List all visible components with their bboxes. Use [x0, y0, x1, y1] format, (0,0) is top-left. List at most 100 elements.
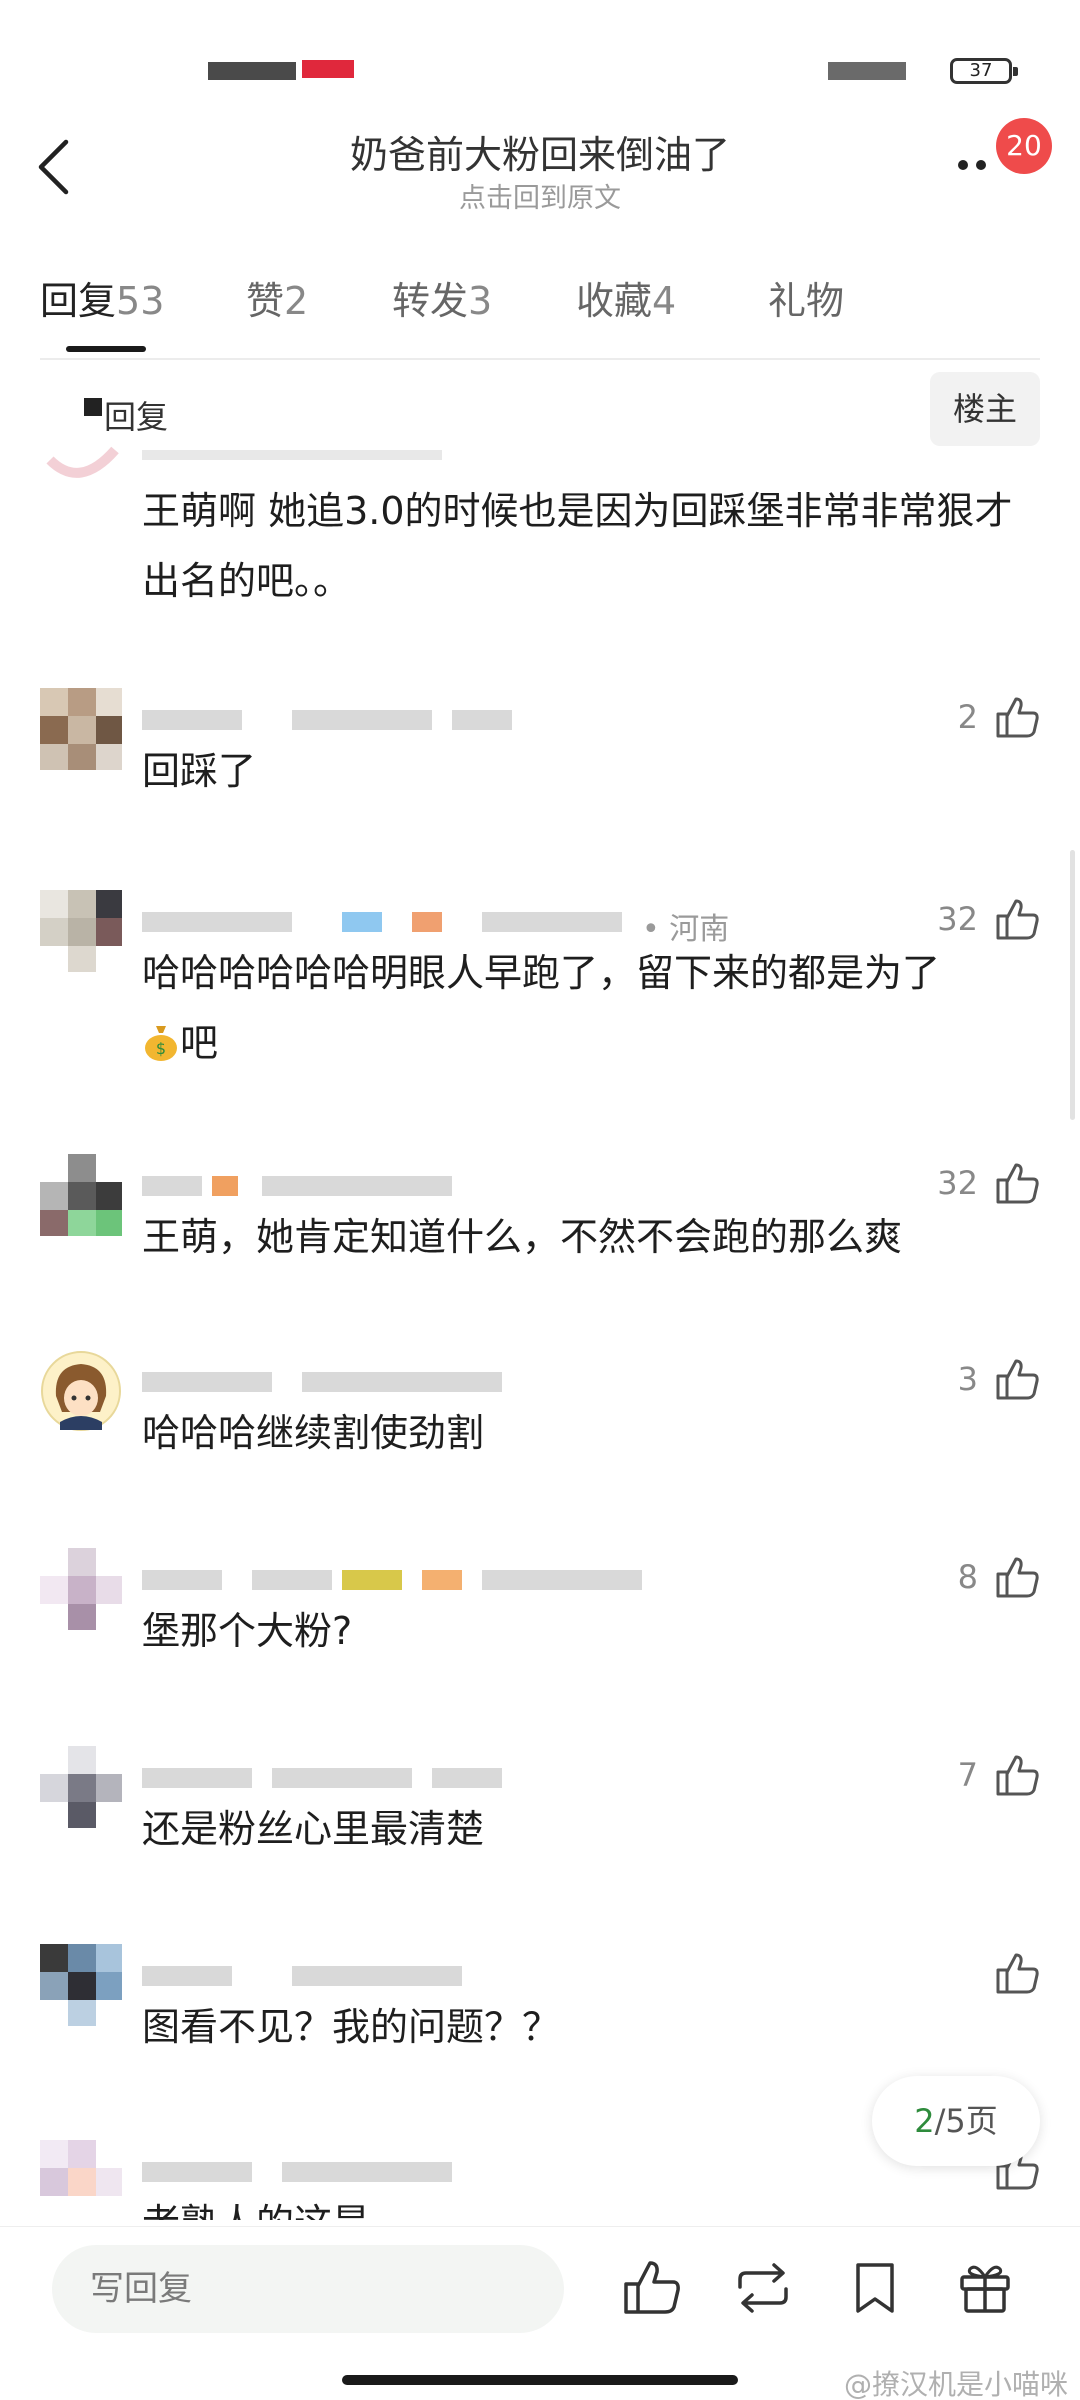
avatar-pixel: [40, 1210, 68, 1236]
thumbs-up-icon[interactable]: [994, 1950, 1040, 1996]
avatar-pixel: [96, 2168, 122, 2196]
comment-text: 堡那个大粉?: [142, 1609, 353, 1653]
badge-blurred: [342, 912, 382, 932]
avatar-pixel: [68, 1802, 96, 1828]
badge-blurred: [342, 1570, 402, 1590]
username-blurred: [142, 450, 442, 460]
comment-meta: • 河南: [142, 904, 782, 947]
tab-likes[interactable]: 赞2: [246, 270, 308, 325]
battery-level: 37: [969, 60, 993, 81]
tab-label: 收藏: [576, 279, 653, 323]
avatar-pixel: [40, 890, 68, 918]
page-title[interactable]: 奶爸前大粉回来倒油了: [0, 124, 1080, 179]
like-count: 8: [957, 1558, 978, 1596]
notification-badge[interactable]: 20: [996, 118, 1052, 174]
avatar-pixel: [40, 1774, 68, 1802]
owner-only-button[interactable]: 楼主: [930, 372, 1040, 446]
tab-gifts[interactable]: 礼物: [768, 270, 844, 325]
comment-text: 回踩了: [142, 749, 257, 793]
avatar-pixel: [96, 688, 122, 716]
avatar[interactable]: [40, 890, 122, 972]
bookmark-icon[interactable]: [844, 2257, 906, 2319]
time-blurred: [282, 2162, 452, 2182]
floor-bar: 回复 楼主: [40, 372, 1040, 450]
avatar-pixel: [96, 1576, 122, 1604]
comment-meta: [142, 1364, 782, 1394]
username-blurred: [142, 2162, 252, 2182]
avatar[interactable]: [40, 1944, 122, 2026]
pagination-button[interactable]: 2/5页: [872, 2076, 1040, 2166]
comment-meta: [142, 1760, 782, 1790]
reply-input[interactable]: 写回复: [52, 2245, 564, 2333]
comment-item[interactable]: 王萌啊 她追3.0的时候也是因为回踩堡非常非常狠才出名的吧。。: [0, 440, 1080, 630]
watermark: @撩汉机是小喵咪: [843, 2368, 1068, 2400]
tab-reposts[interactable]: 转发3: [392, 270, 492, 325]
tab-replies[interactable]: 回复53: [40, 270, 164, 325]
avatar-pixel: [68, 2168, 96, 2196]
avatar[interactable]: [40, 1154, 122, 1236]
like-count: 32: [937, 1164, 978, 1202]
scrollbar[interactable]: [1070, 850, 1075, 1120]
more-button[interactable]: [958, 154, 998, 174]
avatar-pixel: [68, 744, 96, 770]
tab-label: 礼物: [768, 279, 845, 323]
thumbs-up-icon[interactable]: [994, 896, 1040, 942]
avatar[interactable]: [40, 1746, 122, 1828]
avatar-pixel: [40, 716, 68, 744]
avatar-pixel: [68, 1576, 96, 1604]
comment-item[interactable]: 7 还是粉丝心里最清楚: [0, 1746, 1080, 1886]
time-blurred: [482, 1570, 642, 1590]
comment-text: 哈哈哈哈哈哈明眼人早跑了，留下来的都是为了 $ 吧: [142, 938, 1042, 1078]
thumbs-up-icon[interactable]: [994, 1752, 1040, 1798]
avatar[interactable]: [40, 1548, 122, 1630]
comment-meta: [142, 1168, 782, 1198]
tab-label: 转发: [392, 279, 469, 323]
thumbs-up-icon[interactable]: [994, 1356, 1040, 1402]
tab-count: 4: [652, 279, 677, 323]
avatar-pixel: [40, 1182, 68, 1210]
comment-item[interactable]: 8 堡那个大粉?: [0, 1548, 1080, 1688]
avatar-pixel: [96, 1182, 122, 1210]
bottom-action-bar: 写回复 @撩汉机是小喵咪: [0, 2226, 1080, 2400]
avatar-pixel: [68, 716, 96, 744]
tab-favorites[interactable]: 收藏4: [576, 270, 676, 325]
avatar-pixel: [96, 918, 122, 946]
comment-text: 老熟人的这是: [142, 2188, 1042, 2220]
username-blurred: [142, 912, 292, 932]
reply-sort-label[interactable]: 回复: [104, 392, 168, 438]
thumbs-up-icon[interactable]: [994, 1554, 1040, 1600]
gift-icon[interactable]: [954, 2257, 1016, 2319]
comment-item[interactable]: 图看不见？我的问题？？: [0, 1944, 1080, 2084]
avatar-pixel: [68, 1182, 96, 1210]
home-indicator[interactable]: [342, 2375, 738, 2385]
like-count: 3: [957, 1360, 978, 1398]
badge-blurred: [412, 912, 442, 932]
avatar-pixel: [96, 716, 122, 744]
status-signal-blurred: [828, 62, 906, 80]
comment-item[interactable]: 3 哈哈哈继续割使劲割: [0, 1350, 1080, 1490]
avatar-image: [46, 446, 119, 478]
tab-count: 2: [284, 279, 309, 323]
thumbs-up-icon[interactable]: [994, 694, 1040, 740]
thumbs-up-icon[interactable]: [994, 1160, 1040, 1206]
avatar-pixel: [40, 744, 68, 770]
back-to-original-link[interactable]: 点击回到原文: [0, 176, 1080, 215]
badge-blurred: [212, 1176, 238, 1196]
avatar-pixel: [68, 946, 96, 972]
money-bag-icon: $: [145, 1026, 177, 1061]
avatar-pixel: [68, 1548, 96, 1576]
comment-item[interactable]: • 河南 32 哈哈哈哈哈哈明眼人早跑了，留下来的都是为了 $ 吧: [0, 890, 1080, 1090]
repost-icon[interactable]: [732, 2257, 794, 2319]
avatar[interactable]: [40, 440, 122, 482]
avatar-pixel: [96, 1944, 122, 1972]
avatar[interactable]: [40, 688, 122, 770]
comment-item[interactable]: 2 回踩了: [0, 688, 1080, 828]
username-blurred: [142, 1176, 202, 1196]
avatar[interactable]: [40, 2140, 122, 2220]
avatar-pixel: [68, 918, 96, 946]
avatar[interactable]: [40, 1350, 122, 1432]
more-dot: [976, 160, 986, 170]
comment-meta: [142, 1958, 782, 1988]
like-icon[interactable]: [620, 2257, 682, 2319]
comment-item[interactable]: 32 王萌，她肯定知道什么，不然不会跑的那么爽: [0, 1154, 1080, 1294]
